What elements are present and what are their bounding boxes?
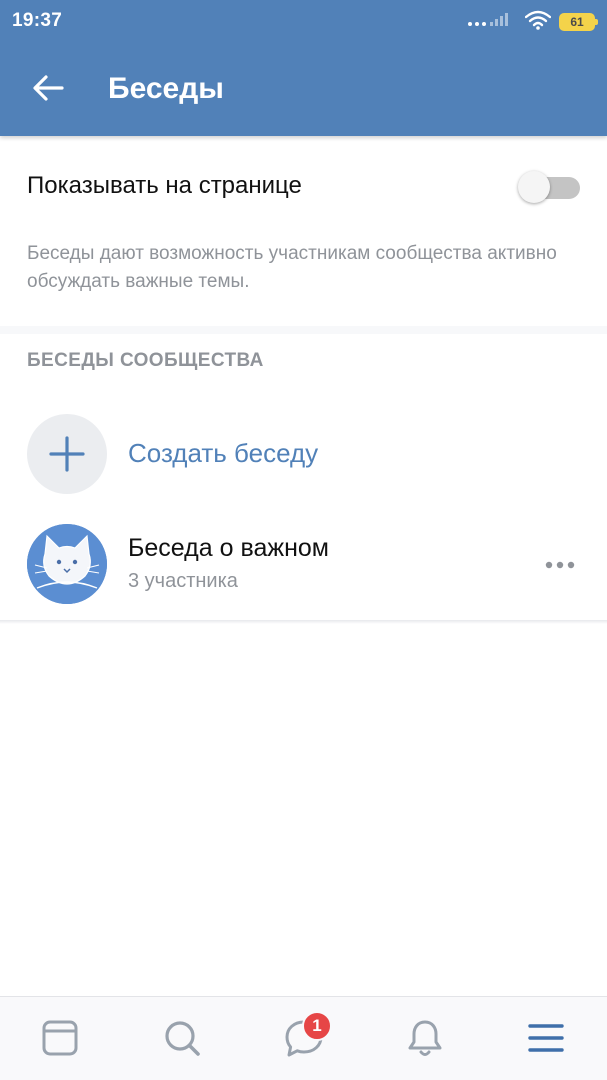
search-icon [163, 1019, 201, 1062]
plus-icon [27, 414, 107, 494]
app-bar: Беседы [0, 44, 607, 136]
wifi-icon [524, 10, 552, 35]
settings-description: Беседы дают возможность участникам сообщ… [27, 243, 557, 292]
chat-list-item[interactable]: Беседа о важном 3 участника [0, 520, 607, 612]
show-on-page-row: Показывать на странице [0, 158, 607, 214]
toggle-knob [518, 171, 550, 203]
nav-search[interactable] [152, 1015, 212, 1065]
back-button[interactable] [22, 68, 74, 112]
signal-icon [467, 10, 517, 35]
create-chat-label: Создать беседу [128, 438, 319, 468]
section-header: БЕСЕДЫ СООБЩЕСТВА [27, 350, 264, 371]
nav-notifications[interactable] [395, 1015, 455, 1065]
more-horizontal-icon[interactable] [538, 550, 582, 580]
section-separator [0, 326, 607, 334]
top-bar: 19:37 61 Беседы [0, 0, 607, 136]
newsfeed-icon [41, 1019, 79, 1062]
chat-title: Беседа о важном [128, 534, 329, 562]
arrow-left-icon [32, 74, 64, 107]
menu-icon [528, 1022, 564, 1059]
battery-icon: 61 [559, 13, 598, 31]
show-on-page-label: Показывать на странице [27, 172, 302, 199]
page-title: Беседы [108, 72, 224, 105]
status-icons: 61 [467, 10, 598, 35]
nav-news[interactable] [30, 1015, 90, 1065]
bottom-navigation: 1 [0, 996, 607, 1080]
create-chat-button[interactable]: Создать беседу [0, 410, 607, 500]
messages-badge: 1 [302, 1011, 332, 1041]
chat-members-count: 3 участника [128, 570, 238, 592]
status-time: 19:37 [12, 10, 63, 31]
nav-menu[interactable] [516, 1015, 576, 1065]
show-on-page-toggle[interactable] [518, 171, 580, 203]
cat-avatar [27, 524, 107, 604]
bell-icon [406, 1018, 444, 1063]
list-divider [0, 620, 607, 624]
status-bar: 19:37 61 [0, 0, 607, 44]
nav-messages[interactable]: 1 [274, 1011, 334, 1065]
